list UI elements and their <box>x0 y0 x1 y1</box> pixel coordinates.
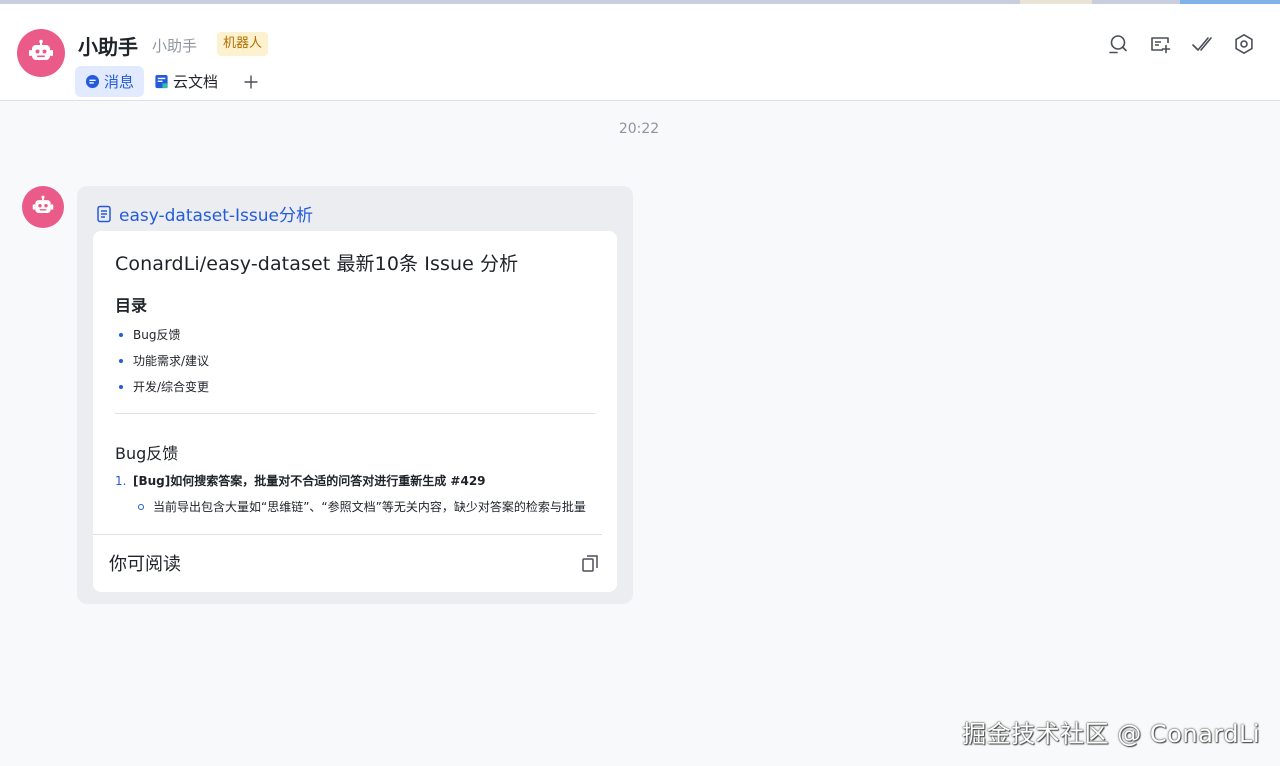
tab-cloud-docs[interactable]: 云文档 <box>144 66 228 97</box>
card-footer: 你可阅读 <box>93 534 617 592</box>
search-icon <box>1109 35 1127 54</box>
robot-icon <box>32 195 54 213</box>
done-check-icon <box>1192 37 1212 51</box>
search-button[interactable] <box>1106 32 1130 56</box>
message-timestamp: 20:22 <box>618 121 660 137</box>
chat-subtitle: 小助手 <box>152 37 198 55</box>
chat-title: 小助手 <box>78 35 138 59</box>
mark-done-button[interactable] <box>1190 32 1214 56</box>
doc-preview-card[interactable]: ConardLi/easy-dataset 最新10条 Issue 分析 目录 … <box>93 231 617 592</box>
plus-icon <box>244 75 258 88</box>
add-to-group-icon <box>1151 37 1171 54</box>
copy-button[interactable] <box>579 552 601 574</box>
toc-item: 开发/综合变更 <box>115 374 595 400</box>
issue-title: [Bug]如何搜索答案，批量对不合适的问答对进行重新生成 #429 <box>133 474 486 488</box>
add-member-button[interactable] <box>1148 32 1172 56</box>
settings-button[interactable] <box>1232 32 1256 56</box>
settings-icon <box>1235 34 1253 54</box>
tab-cloud-docs-label: 云文档 <box>173 73 219 91</box>
tab-messages-label: 消息 <box>104 73 135 91</box>
header-actions <box>1106 32 1256 56</box>
message-bubble: easy-dataset-Issue分析 ConardLi/easy-datas… <box>77 186 633 604</box>
toc-item: 功能需求/建议 <box>115 348 595 374</box>
toc-heading: 目录 <box>115 296 148 315</box>
chat-header: 小助手 小助手 机器人 消息 云文档 <box>0 4 1280 101</box>
chat-tabs: 消息 云文档 <box>75 66 266 97</box>
doc-preview: ConardLi/easy-dataset 最新10条 Issue 分析 目录 … <box>93 231 617 519</box>
section-heading: Bug反馈 <box>115 444 179 463</box>
bot-badge: 机器人 <box>217 32 269 56</box>
add-tab-button[interactable] <box>236 66 266 97</box>
robot-icon <box>29 39 53 60</box>
bot-avatar[interactable] <box>17 29 65 77</box>
message-icon <box>85 74 100 89</box>
footer-divider <box>93 534 602 535</box>
permission-label: 你可阅读 <box>109 554 181 575</box>
toc-item: Bug反馈 <box>115 322 595 348</box>
document-icon <box>95 205 113 223</box>
doc-link[interactable]: easy-dataset-Issue分析 <box>95 201 313 226</box>
issue-item: 1. [Bug]如何搜索答案，批量对不合适的问答对进行重新生成 #429 <box>115 472 595 490</box>
tab-messages[interactable]: 消息 <box>75 66 145 97</box>
sender-avatar[interactable] <box>22 186 64 228</box>
copy-icon <box>582 555 598 572</box>
divider <box>115 413 595 414</box>
doc-link-title: easy-dataset-Issue分析 <box>119 206 313 226</box>
doc-icon <box>154 74 169 89</box>
issue-detail: 当前导出包含大量如“思维链”、“参照文档”等无关内容，缺少对答案的检索与批量优化… <box>115 497 595 519</box>
issue-number: 1. <box>115 474 127 488</box>
doc-title: ConardLi/easy-dataset 最新10条 Issue 分析 <box>115 253 519 275</box>
toc-list: Bug反馈 功能需求/建议 开发/综合变更 <box>115 322 595 400</box>
watermark: 掘金技术社区 @ ConardLi <box>962 720 1260 748</box>
